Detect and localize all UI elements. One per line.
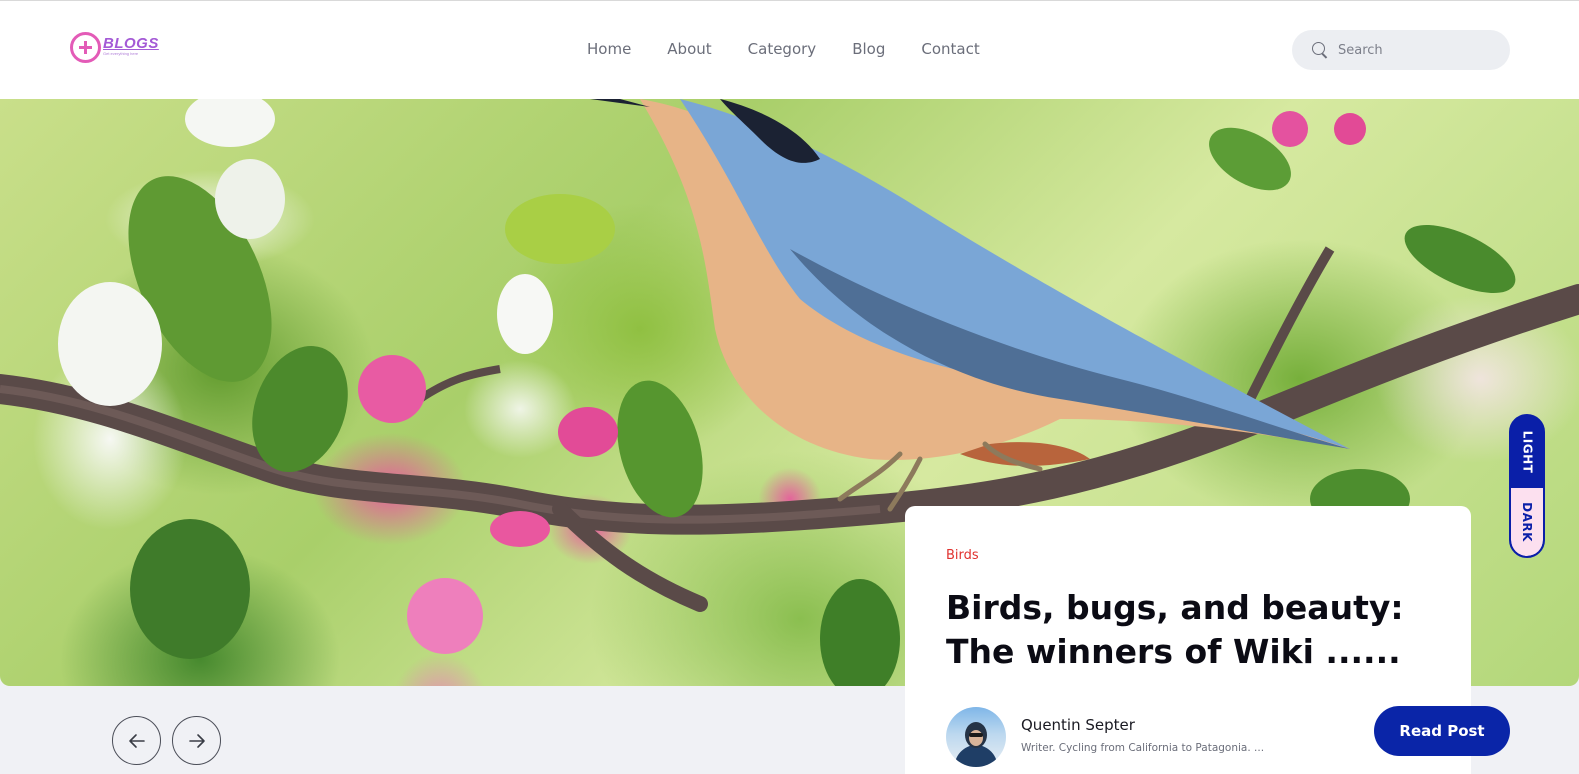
plus-circle-icon — [70, 32, 101, 63]
site-header: BLOGS Get everything here Home About Cat… — [0, 0, 1579, 99]
author-bio: Writer. Cycling from California to Patag… — [1021, 742, 1265, 754]
featured-post-card: Birds Birds, bugs, and beauty: The winne… — [905, 506, 1510, 774]
post-title[interactable]: Birds, bugs, and beauty: The winners of … — [946, 586, 1446, 674]
theme-dark-label: DARK — [1520, 502, 1535, 542]
author-photo-icon — [954, 722, 998, 767]
main-nav: Home About Category Blog Contact — [587, 39, 980, 59]
read-post-button[interactable]: Read Post — [1374, 706, 1510, 756]
nav-item-category[interactable]: Category — [748, 39, 817, 59]
search-icon — [1312, 42, 1328, 58]
author-avatar — [946, 707, 1006, 767]
theme-toggle[interactable]: LIGHT DARK — [1509, 414, 1545, 558]
nav-item-home[interactable]: Home — [587, 39, 631, 59]
theme-dark-option[interactable]: DARK — [1511, 488, 1543, 556]
search-input[interactable] — [1338, 42, 1498, 58]
arrow-right-icon — [188, 733, 205, 748]
logo-text: BLOGS Get everything here — [103, 36, 159, 56]
author-name[interactable]: Quentin Septer — [1021, 716, 1135, 734]
slider-next-button[interactable] — [172, 716, 221, 765]
post-category[interactable]: Birds — [946, 548, 979, 563]
theme-light-label: LIGHT — [1520, 430, 1535, 474]
page: BLOGS Get everything here Home About Cat… — [0, 0, 1579, 774]
nav-item-blog[interactable]: Blog — [852, 39, 885, 59]
nav-item-about[interactable]: About — [667, 39, 711, 59]
site-logo[interactable]: BLOGS Get everything here — [70, 32, 159, 63]
nav-item-contact[interactable]: Contact — [921, 39, 979, 59]
search-box[interactable] — [1292, 30, 1510, 70]
theme-light-option[interactable]: LIGHT — [1511, 416, 1543, 488]
slider-prev-button[interactable] — [112, 716, 161, 765]
logo-name: BLOGS — [103, 35, 159, 52]
arrow-left-icon — [128, 733, 145, 748]
